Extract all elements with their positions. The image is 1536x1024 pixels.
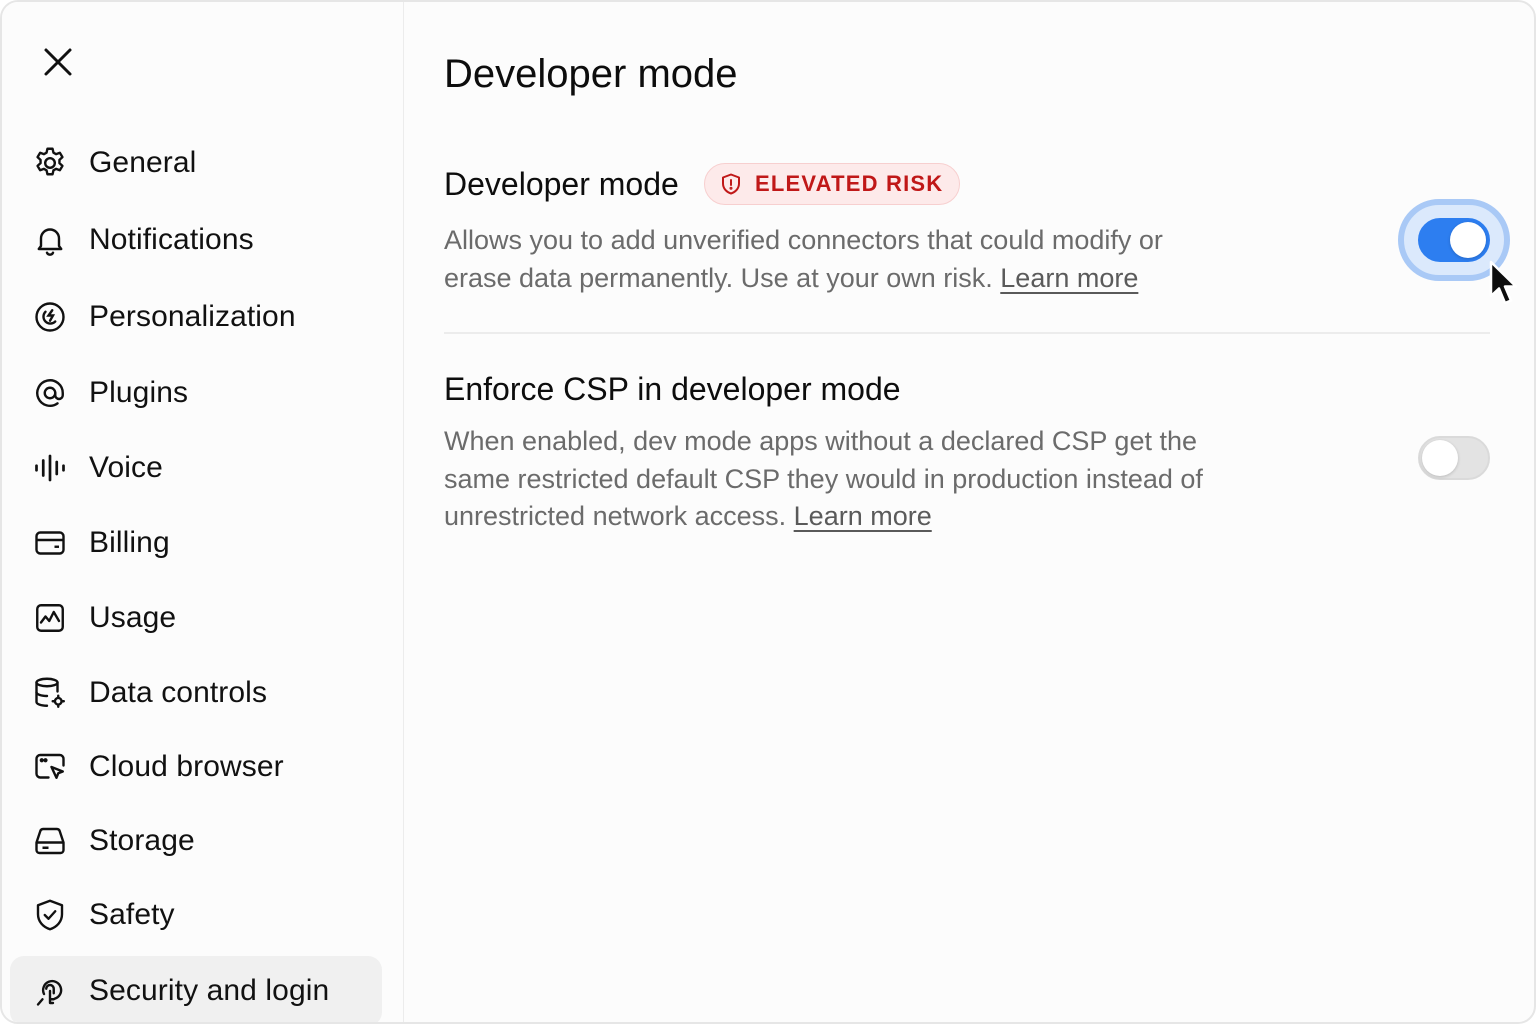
- learn-more-link[interactable]: Learn more: [1000, 263, 1138, 293]
- key-icon: [32, 973, 68, 1009]
- at-sign-icon: [32, 375, 68, 411]
- setting-title-developer-mode: Developer mode: [444, 166, 679, 202]
- developer-mode-toggle[interactable]: [1418, 218, 1490, 262]
- gear-icon: [32, 145, 68, 181]
- sidebar-item-security-and-login[interactable]: Security and login: [10, 956, 382, 1022]
- toggle-knob: [1450, 222, 1486, 258]
- toggle-knob: [1422, 440, 1458, 476]
- enforce-csp-toggle[interactable]: [1418, 436, 1490, 480]
- database-gear-icon: [32, 675, 68, 711]
- shield-check-icon: [32, 897, 68, 933]
- browser-cursor-icon: [32, 749, 68, 785]
- waveform-icon: [32, 450, 68, 486]
- close-button[interactable]: [36, 40, 80, 84]
- page-title: Developer mode: [444, 52, 738, 96]
- sidebar-item-label: Personalization: [89, 300, 296, 333]
- learn-more-link[interactable]: Learn more: [794, 501, 932, 531]
- divider: [444, 332, 1490, 334]
- sidebar-item-label: Voice: [89, 451, 163, 484]
- drive-icon: [32, 823, 68, 859]
- sidebar-item-general[interactable]: General: [10, 128, 382, 198]
- setting-description-developer-mode: Allows you to add unverified connectors …: [444, 222, 1224, 297]
- sidebar-item-label: General: [89, 146, 197, 179]
- sidebar-item-plugins[interactable]: Plugins: [10, 358, 382, 428]
- wallet-icon: [32, 525, 68, 561]
- bell-icon: [32, 222, 68, 258]
- badge-label: ELEVATED RISK: [755, 171, 944, 196]
- chart-icon: [32, 600, 68, 636]
- sidebar-item-label: Cloud browser: [89, 750, 284, 783]
- mouse-pointer-icon: [1489, 260, 1518, 305]
- sidebar-item-storage[interactable]: Storage: [10, 806, 382, 876]
- elevated-risk-badge: ELEVATED RISK: [704, 163, 961, 205]
- personalization-icon: [32, 299, 68, 335]
- sidebar-item-label: Data controls: [89, 676, 268, 709]
- sidebar-item-label: Plugins: [89, 376, 189, 409]
- sidebar-item-data-controls[interactable]: Data controls: [10, 658, 382, 728]
- sidebar-item-usage[interactable]: Usage: [10, 583, 382, 653]
- setting-description-enforce-csp: When enabled, dev mode apps without a de…: [444, 423, 1224, 536]
- sidebar-item-personalization[interactable]: Personalization: [10, 282, 382, 352]
- sidebar-item-label: Notifications: [89, 223, 254, 256]
- settings-sidebar: General Notifications Personalization Pl…: [2, 2, 404, 1022]
- setting-title-enforce-csp: Enforce CSP in developer mode: [444, 371, 901, 407]
- sidebar-item-label: Usage: [89, 601, 177, 634]
- close-icon: [44, 48, 72, 76]
- sidebar-item-label: Security and login: [89, 974, 330, 1007]
- sidebar-item-safety[interactable]: Safety: [10, 880, 382, 950]
- sidebar-item-cloud-browser[interactable]: Cloud browser: [10, 732, 382, 802]
- sidebar-item-notifications[interactable]: Notifications: [10, 205, 382, 275]
- sidebar-item-billing[interactable]: Billing: [10, 508, 382, 578]
- settings-content: Developer mode Developer mode ELEVATED R…: [405, 2, 1534, 1022]
- sidebar-item-voice[interactable]: Voice: [10, 433, 382, 503]
- settings-window: General Notifications Personalization Pl…: [0, 0, 1536, 1024]
- shield-alert-icon: [722, 173, 740, 195]
- sidebar-item-label: Safety: [89, 898, 175, 931]
- sidebar-item-label: Billing: [89, 526, 170, 559]
- sidebar-item-label: Storage: [89, 824, 195, 857]
